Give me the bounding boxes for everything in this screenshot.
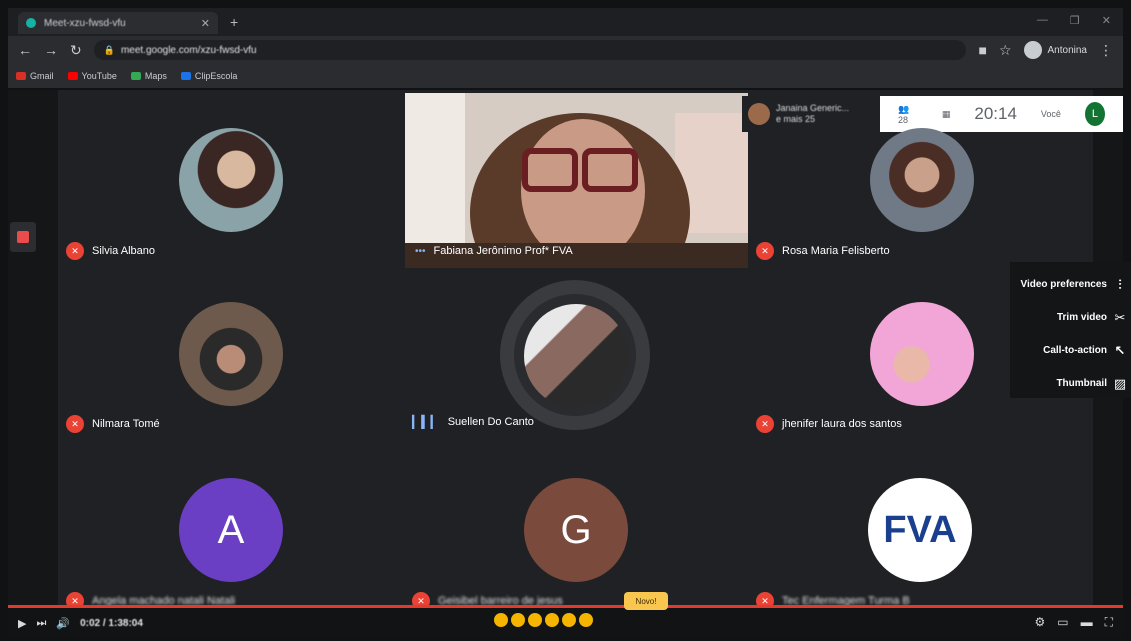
- scissors-icon: ✂: [1114, 309, 1126, 325]
- participant-name: Fabiana Jerônimo Prof* FVA: [433, 245, 573, 257]
- mic-off-icon: ✕: [66, 415, 84, 433]
- gmail-icon: [16, 72, 26, 80]
- bookmark-clipescola[interactable]: ClipEscola: [180, 71, 237, 81]
- people-icon: 👥: [898, 103, 910, 114]
- meeting-info-bar: 👥 28 ▦ 20:14 Você L: [880, 96, 1123, 132]
- participant-name: Rosa Maria Felisberto: [782, 245, 890, 257]
- nameplate-rosa: ✕ Rosa Maria Felisberto: [756, 242, 890, 260]
- new-tab-icon[interactable]: +: [230, 14, 238, 30]
- emoji-icon[interactable]: [579, 613, 593, 627]
- emoji-icon[interactable]: [545, 613, 559, 627]
- menu-video-preferences[interactable]: Video preferences ⫶: [1014, 268, 1127, 301]
- mic-off-icon: ✕: [756, 242, 774, 260]
- minimize-icon[interactable]: —: [1037, 14, 1048, 27]
- nameplate-fabiana: ••• Fabiana Jerônimo Prof* FVA: [415, 245, 573, 257]
- lock-icon: 🔒: [103, 44, 115, 55]
- emoji-icon[interactable]: [528, 613, 542, 627]
- nameplate-nilmara: ✕ Nilmara Tomé: [66, 415, 160, 433]
- maximize-icon[interactable]: ❐: [1070, 14, 1080, 27]
- theater-icon[interactable]: ▬: [1081, 615, 1093, 630]
- window-controls: — ❐ ✕: [1037, 14, 1111, 27]
- video-tile-fabiana: ••• Fabiana Jerônimo Prof* FVA: [405, 93, 748, 268]
- screen: Meet-xzu-fwsd-vfu ✕ + — ❐ ✕ ← → ↻ 🔒 meet…: [0, 0, 1131, 641]
- avatar-geisibel: G: [524, 478, 628, 582]
- audio-level-icon: ▎▍▎: [412, 415, 440, 429]
- back-icon[interactable]: ←: [18, 42, 32, 58]
- meeting-clock: 20:14: [974, 104, 1017, 123]
- tab-title: Meet-xzu-fwsd-vfu: [44, 17, 126, 29]
- url-text: meet.google.com/xzu-fwsd-vfu: [120, 44, 257, 56]
- image-icon: ▨: [1113, 375, 1127, 391]
- bookmark-maps[interactable]: Maps: [130, 71, 167, 81]
- nameplate-silvia: ✕ Silvia Albano: [66, 242, 155, 260]
- browser-tab[interactable]: Meet-xzu-fwsd-vfu ✕: [18, 12, 218, 34]
- close-tab-icon[interactable]: ✕: [201, 17, 210, 30]
- miniplayer-icon[interactable]: ▭: [1057, 615, 1068, 630]
- avatar-fva-logo: FVA: [868, 478, 972, 582]
- url-field[interactable]: 🔒 meet.google.com/xzu-fwsd-vfu: [93, 40, 967, 60]
- bookmarks-bar: Gmail YouTube Maps ClipEscola: [8, 64, 1123, 88]
- more-dots-icon: •••: [415, 245, 426, 257]
- menu-thumbnail[interactable]: Thumbnail ▨: [1014, 367, 1127, 400]
- people-count[interactable]: 👥 28: [898, 104, 918, 125]
- menu-dots-icon[interactable]: ⋮: [1099, 42, 1113, 59]
- left-panel: [8, 90, 58, 610]
- layout-icon[interactable]: ▦: [942, 109, 951, 120]
- me-label: Você: [1040, 109, 1061, 119]
- participant-name: Silvia Albano: [92, 245, 155, 257]
- play-icon[interactable]: ▶: [18, 617, 26, 630]
- profile-name: Antonina: [1047, 44, 1087, 56]
- nameplate-jhenifer: ✕ jhenifer laura dos santos: [756, 415, 902, 433]
- participant-name: Suellen Do Canto: [447, 416, 534, 428]
- participant-name: Nilmara Tomé: [92, 418, 160, 430]
- menu-call-to-action[interactable]: Call-to-action ↖: [1014, 334, 1127, 367]
- record-button[interactable]: [10, 222, 36, 252]
- next-icon[interactable]: ⏭: [36, 617, 46, 630]
- record-icon: [17, 231, 29, 243]
- participant-name: jhenifer laura dos santos: [782, 418, 902, 430]
- browser-tab-bar: Meet-xzu-fwsd-vfu ✕ + — ❐ ✕: [8, 8, 1123, 36]
- sliders-icon: ⫶: [1118, 276, 1122, 292]
- avatar-nilmara: [179, 302, 283, 406]
- thumbs-up-icon[interactable]: [562, 613, 576, 627]
- emoji-icon[interactable]: [494, 613, 508, 627]
- profile-button[interactable]: Antonina: [1023, 41, 1087, 59]
- avatar-suellen: [524, 304, 628, 408]
- fullscreen-icon[interactable]: ⛶: [1105, 615, 1113, 630]
- youtube-icon: [67, 72, 78, 80]
- avatar-rosa: [870, 128, 974, 232]
- avatar-angela: A: [179, 478, 283, 582]
- menu-trim-video[interactable]: Trim video ✂: [1014, 301, 1127, 334]
- emoji-icon[interactable]: [511, 613, 525, 627]
- camera-icon[interactable]: ■: [978, 42, 986, 58]
- speaker-video: [405, 93, 748, 268]
- mic-off-icon: ✕: [756, 415, 774, 433]
- volume-icon[interactable]: 🔊: [56, 617, 70, 630]
- close-window-icon[interactable]: ✕: [1102, 14, 1111, 27]
- self-avatar[interactable]: L: [1084, 102, 1105, 126]
- time-display: 0:02 / 1:38:04: [80, 617, 143, 629]
- player-right-controls: ⚙ ▭ ▬ ⛶: [1034, 615, 1113, 630]
- star-icon[interactable]: ☆: [999, 42, 1012, 59]
- forward-icon[interactable]: →: [44, 42, 58, 58]
- avatar: [748, 103, 770, 125]
- settings-icon[interactable]: ⚙: [1034, 615, 1045, 630]
- nameplate-suellen: ▎▍▎ Suellen Do Canto: [412, 415, 534, 429]
- avatar-silvia: [179, 128, 283, 232]
- maps-icon: [130, 72, 141, 80]
- mic-off-icon: ✕: [66, 242, 84, 260]
- participants-preview[interactable]: Janaina Generic... e mais 25: [742, 96, 880, 132]
- avatar: [1023, 41, 1042, 59]
- bookmark-icon: [180, 72, 191, 80]
- cursor-icon: ↖: [1114, 342, 1126, 358]
- video-side-menu: Video preferences ⫶ Trim video ✂ Call-to-a…: [1010, 262, 1131, 398]
- bookmark-gmail[interactable]: Gmail: [16, 71, 54, 81]
- reload-icon[interactable]: ↻: [70, 42, 82, 59]
- meet-favicon-icon: [26, 18, 36, 28]
- avatar-jhenifer: [870, 302, 974, 406]
- address-bar: ← → ↻ 🔒 meet.google.com/xzu-fwsd-vfu ■ ☆…: [8, 36, 1123, 64]
- reaction-bar: [494, 613, 593, 627]
- bookmark-youtube[interactable]: YouTube: [67, 71, 117, 81]
- new-tooltip: Novo!: [624, 592, 668, 610]
